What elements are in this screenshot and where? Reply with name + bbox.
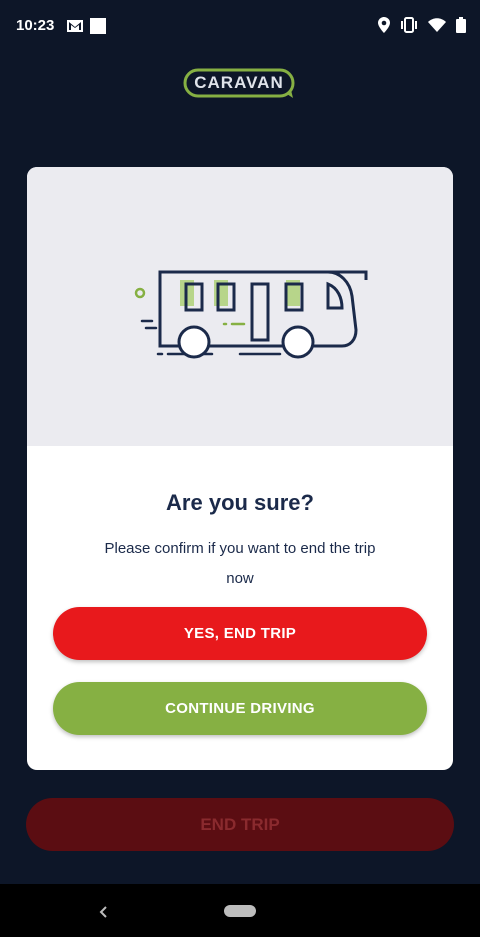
home-icon[interactable] — [224, 905, 256, 917]
square-notification-icon — [90, 18, 106, 34]
background-end-trip-button[interactable]: END TRIP — [26, 798, 454, 851]
dialog-message: Please confirm if you want to end the tr… — [104, 540, 376, 587]
status-time: 10:23 — [16, 17, 55, 34]
status-icons — [378, 17, 466, 33]
dialog-title: Are you sure? — [166, 490, 314, 515]
wifi-icon — [428, 18, 446, 32]
battery-icon — [456, 17, 466, 33]
bus-illustration — [134, 270, 368, 359]
status-bar: 10:23 — [0, 0, 480, 52]
illustration-area — [27, 167, 453, 446]
back-icon[interactable] — [98, 904, 110, 920]
yes-end-trip-button[interactable]: YES, END TRIP — [53, 607, 427, 660]
navigation-bar — [0, 884, 480, 937]
vibrate-icon — [401, 17, 417, 33]
gmail-icon — [67, 20, 83, 32]
logo-text: CARAVAN — [194, 73, 284, 92]
confirm-dialog: Are you sure? Please confirm if you want… — [27, 167, 453, 770]
location-icon — [378, 17, 390, 33]
caravan-logo: CARAVAN — [183, 68, 295, 98]
continue-driving-button[interactable]: CONTINUE DRIVING — [53, 682, 427, 735]
